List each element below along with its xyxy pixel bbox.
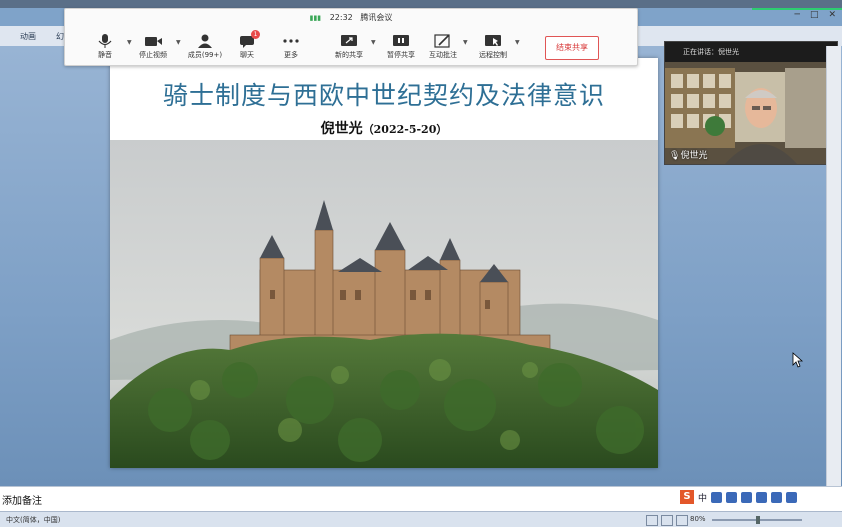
os-title-strip (0, 0, 842, 8)
zoom-slider-handle[interactable] (756, 516, 760, 524)
ime-setting-icon[interactable] (711, 491, 723, 503)
skin-icon[interactable] (771, 491, 783, 503)
mute-label: 静音 (98, 51, 112, 59)
annotate-icon (434, 34, 450, 48)
status-bar: 中文(简体，中国) 80% (0, 511, 842, 527)
mic-icon: 🎙 (669, 151, 681, 161)
share-screen-icon (341, 35, 357, 46)
view-buttons (646, 515, 688, 526)
current-slide: 骑士制度与西欧中世纪契约及法律意识 倪世光（2022-5-20） (110, 58, 658, 468)
close-button[interactable]: ✕ (828, 10, 836, 20)
ime-toolbar: S 中 (680, 490, 798, 504)
speaker-video-panel[interactable]: 正在讲话：倪世光 🎙倪世光 (664, 41, 838, 165)
participant-name: 🎙倪世光 (669, 151, 708, 161)
notes-placeholder[interactable]: 添加备注 (2, 492, 42, 507)
meeting-header: ▮▮▮ 22:32 腾讯会议 (65, 12, 637, 23)
speaking-indicator: 正在讲话：倪世光 (665, 42, 837, 62)
annotate-button[interactable]: 互动批注 (417, 33, 469, 60)
end-share-button[interactable]: 结束共享 (545, 36, 599, 60)
emoji-icon[interactable] (726, 491, 738, 503)
stop-video-button[interactable]: 停止视频 (127, 33, 179, 60)
normal-view-button[interactable] (646, 515, 658, 526)
ime-mode-label[interactable]: 中 (698, 491, 707, 504)
annotate-label: 互动批注 (429, 51, 457, 59)
remote-control-icon (485, 35, 501, 46)
remote-control-button[interactable]: 远程控制 (467, 33, 519, 60)
castle-photo (110, 140, 658, 468)
video-camera-icon (145, 37, 162, 46)
slide-subtitle: 倪世光（2022-5-20） (110, 118, 658, 138)
meeting-app-name: 腾讯会议 (360, 13, 393, 22)
stop-video-label: 停止视频 (139, 51, 167, 59)
slide-author: 倪世光 (320, 121, 363, 137)
meeting-time: 22:32 (329, 13, 353, 22)
more-label: 更多 (284, 51, 298, 59)
notes-pane[interactable]: 添加备注 S 中 (0, 486, 842, 511)
window-controls: ─ □ ✕ (795, 8, 836, 22)
minimize-button[interactable]: ─ (795, 10, 800, 20)
meeting-toolbar: ▮▮▮ 22:32 腾讯会议 静音 ▼ 停止视频 ▼ 成员(99+) 1 聊天 … (64, 8, 638, 66)
more-dots-icon (283, 39, 299, 43)
ribbon-tab-slideshow[interactable]: 幻 (56, 31, 64, 42)
signal-icon: ▮▮▮ (309, 14, 322, 22)
zoom-level[interactable]: 80% (690, 515, 706, 523)
restore-button[interactable]: □ (810, 10, 819, 20)
chat-unread-badge: 1 (251, 30, 260, 39)
mute-button[interactable]: 静音 (79, 33, 131, 60)
mouse-cursor-icon (792, 352, 804, 368)
new-share-button[interactable]: 新的共享 (323, 33, 375, 60)
remote-control-label: 远程控制 (479, 51, 507, 59)
more-button[interactable]: 更多 (265, 33, 317, 60)
toolbox-icon[interactable] (786, 491, 798, 503)
chevron-down-icon[interactable]: ▼ (515, 39, 520, 46)
voice-input-icon[interactable] (741, 491, 753, 503)
new-share-label: 新的共享 (335, 51, 363, 59)
slide-date: （2022-5-20） (362, 123, 448, 136)
reading-view-button[interactable] (676, 515, 688, 526)
sorter-view-button[interactable] (661, 515, 673, 526)
slide-title: 骑士制度与西欧中世纪契约及法律意识 (162, 81, 605, 110)
slide-scrollbar[interactable] (826, 46, 841, 486)
keyboard-icon[interactable] (756, 491, 768, 503)
sogou-ime-icon[interactable]: S (680, 490, 694, 504)
language-indicator[interactable]: 中文(简体，中国) (6, 515, 60, 525)
mic-icon (98, 34, 112, 48)
ribbon-tab-animation[interactable]: 动画 (20, 31, 36, 42)
